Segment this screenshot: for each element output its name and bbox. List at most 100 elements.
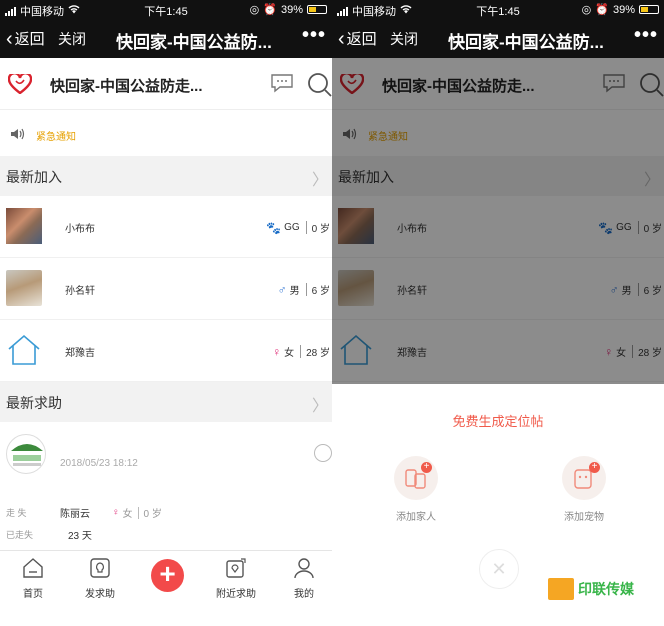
heart-logo-icon [8,74,32,94]
watermark-text: 印联传媒 [578,581,634,597]
missing-person-gender: 女 [122,509,133,520]
member-age: 6 岁 [311,286,330,297]
help-card[interactable]: 2018/05/23 18:12 走 失 陈丽云 ♀ 女 0 岁 已走失 23 … [0,422,332,562]
home-icon [23,558,43,578]
search-icon[interactable] [306,71,332,97]
alarm-icon: ⏰ [595,4,609,16]
more-menu-button[interactable]: ••• [302,24,326,47]
modal-backdrop[interactable] [332,58,664,384]
list-item[interactable]: 孙名轩 ♂ 男 6 岁 [0,258,332,320]
message-icon[interactable] [270,73,294,93]
paw-icon: 🐾 [266,220,282,235]
add-family-button[interactable]: + 添加家人 [376,456,456,523]
organization-avatar [6,434,46,474]
tab-label: 发求助 [85,589,115,600]
list-item[interactable]: 小布布 🐾 GG 0 岁 [0,196,332,258]
member-meta: 🐾 GG 0 岁 [266,220,330,236]
post-date: 2018/05/23 18:12 [60,458,138,469]
member-name: 郑豫吉 [65,348,95,359]
member-age: 28 岁 [306,348,330,359]
chevron-right-icon: 〉 [311,398,328,415]
wechat-navbar: ‹ 返回 关闭 快回家-中国公益防... ••• [332,18,664,58]
speaker-icon [11,128,25,140]
back-label: 返回 [346,31,377,48]
member-gender: GG [284,222,300,233]
add-pet-label: 添加宠物 [564,512,604,523]
back-label: 返回 [14,31,45,48]
status-right: ◎ ⏰ 39% [250,3,327,16]
member-name: 孙名轩 [65,286,95,297]
tab-nearby-help[interactable]: 附近求助 [206,557,266,600]
status-right: ◎ ⏰ 39% [582,3,659,16]
lock-rotation-icon: ◎ [249,4,260,16]
tab-post-help[interactable]: 发求助 [70,557,130,600]
location-icon [226,558,246,578]
sheet-title: 免费生成定位帖 [452,414,544,429]
back-button[interactable]: ‹ 返回 [338,28,377,49]
male-icon: ♂ [277,282,287,297]
favorite-icon[interactable] [314,444,332,462]
app-header: 快回家-中国公益防走... [0,58,332,110]
chevron-left-icon: ‹ [6,27,13,50]
family-icon: + [394,456,438,500]
tab-home[interactable]: 首页 [3,557,63,600]
page-title: 快回家-中国公益防... [116,33,272,52]
alarm-icon: ⏰ [263,4,277,16]
member-age: 0 岁 [311,224,330,235]
section-title: 最新求助 [6,395,62,411]
latest-help-header[interactable]: 最新求助 〉 [0,382,332,422]
member-meta: ♀ 女 28 岁 [272,344,330,360]
female-icon: ♀ [272,344,282,359]
status-bar: 中国移动 下午1:45 ◎ ⏰ 39% [0,0,332,18]
battery-percent: 39% [280,3,303,16]
divider [137,506,139,519]
chevron-right-icon: 〉 [311,172,328,189]
close-button[interactable]: 关闭 [58,29,86,49]
tab-label: 我的 [294,589,314,600]
right-screen: 中国移动 下午1:45 ◎ ⏰ 39% ‹ 返回 关闭 快回家-中国公益防...… [332,0,664,626]
user-icon [294,558,314,579]
battery-icon [639,5,659,14]
plus-badge-icon: + [421,462,432,473]
bulb-icon [90,558,110,578]
lost-days: 23 天 [68,531,92,542]
status-bar: 中国移动 下午1:45 ◎ ⏰ 39% [332,0,664,18]
member-photo [6,208,42,244]
page-title: 快回家-中国公益防... [448,33,604,52]
tab-mine[interactable]: 我的 [274,557,332,600]
notice-text: 紧急通知 [36,132,76,143]
tab-bar: 首页 发求助 + 附近求助 我的 [0,550,332,626]
app-title: 快回家-中国公益防走... [50,78,203,95]
battery-percent: 39% [612,3,635,16]
divider [305,221,307,234]
pet-icon: + [562,456,606,500]
tab-label: 附近求助 [216,589,256,600]
add-pet-button[interactable]: + 添加宠物 [544,456,624,523]
more-menu-button[interactable]: ••• [634,24,658,47]
bottom-sheet: 免费生成定位帖 + 添加家人 + 添加宠物 ✕ 印联传媒 [332,384,664,626]
plus-badge-icon: + [589,462,600,473]
close-button[interactable]: 关闭 [390,29,418,49]
member-gender: 女 [284,348,295,359]
list-item[interactable]: 郑豫吉 ♀ 女 28 岁 [0,320,332,382]
missing-person-meta: ♀ 女 0 岁 [112,505,162,520]
latest-joined-header[interactable]: 最新加入 〉 [0,156,332,196]
tab-label: 首页 [23,589,43,600]
back-button[interactable]: ‹ 返回 [6,28,45,49]
house-icon [8,334,40,365]
member-meta: ♂ 男 6 岁 [277,282,330,298]
watermark: 印联传媒 [548,578,634,600]
missing-person-age: 0 岁 [143,509,162,520]
add-button[interactable]: + [151,559,184,592]
chevron-left-icon: ‹ [338,27,345,50]
female-icon: ♀ [112,507,120,518]
lost-label: 走 失 [6,508,27,518]
notice-bar[interactable]: 紧急通知 [0,110,332,156]
member-gender: 男 [289,286,300,297]
divider [300,345,302,358]
sheet-close-button[interactable]: ✕ [479,549,519,589]
add-family-label: 添加家人 [396,512,436,523]
lock-rotation-icon: ◎ [581,4,592,16]
missing-person-name: 陈丽云 [60,509,90,520]
divider [305,283,307,296]
